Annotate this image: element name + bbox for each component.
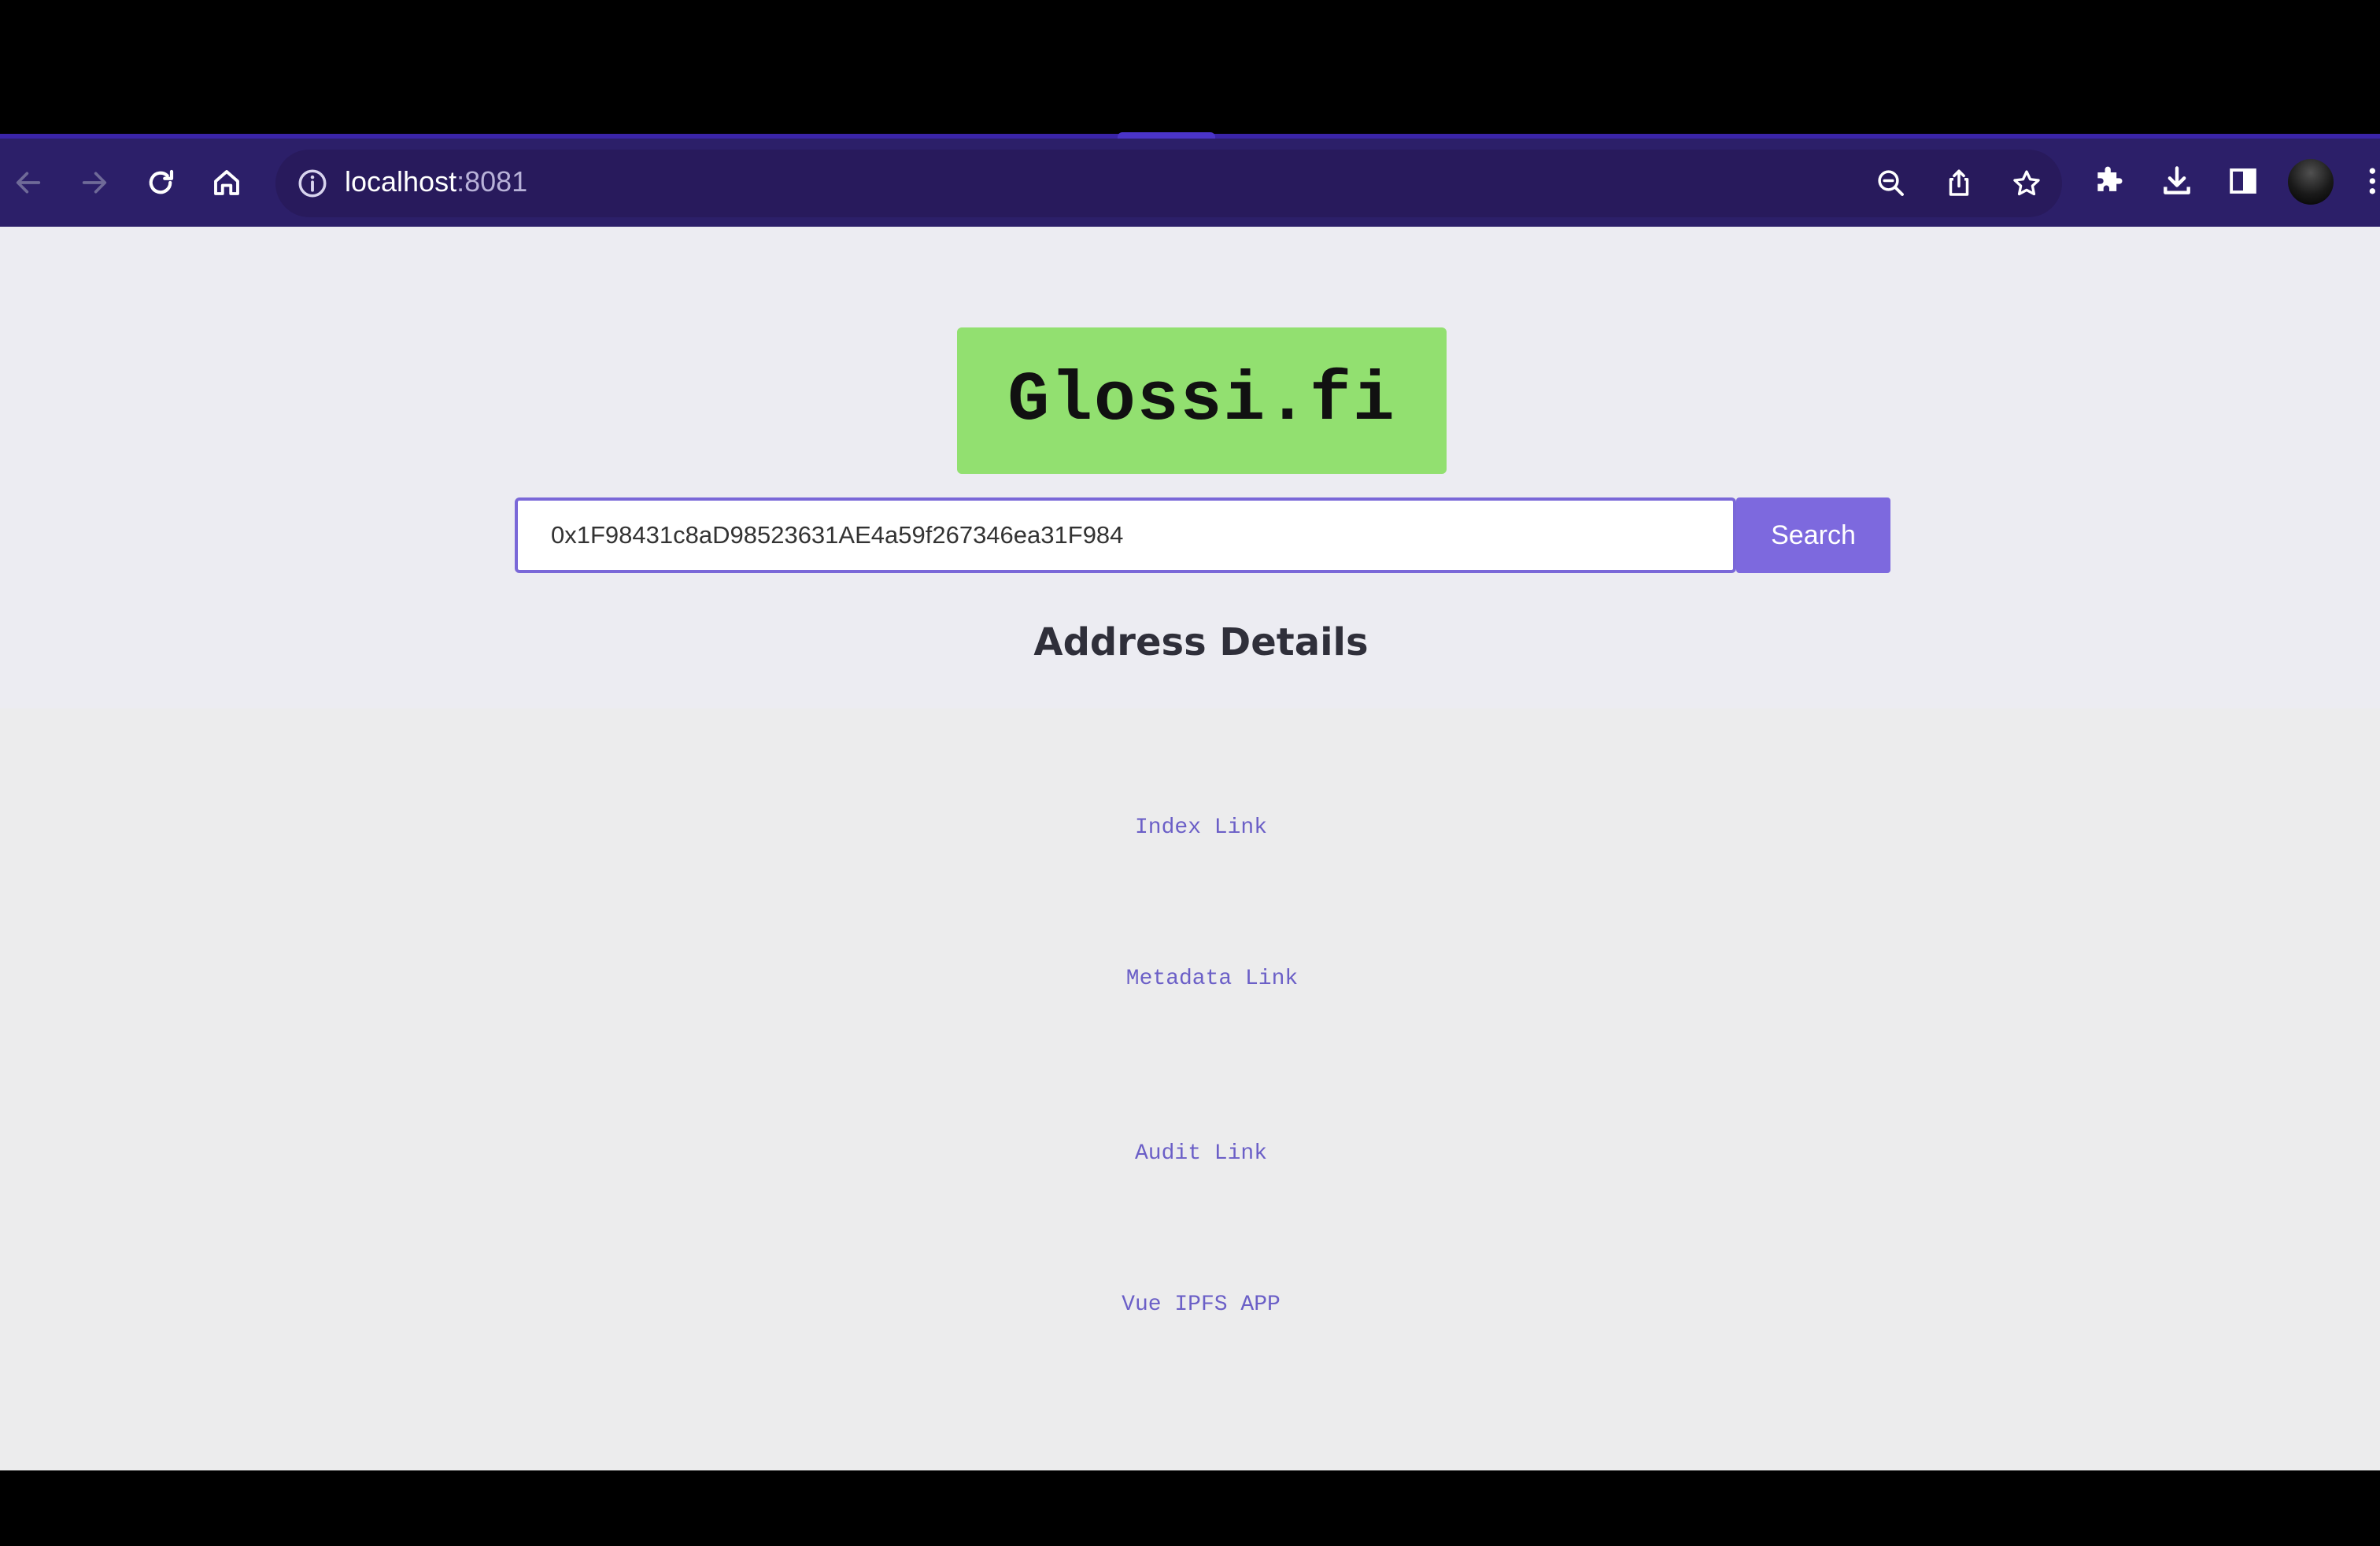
back-button[interactable] <box>2 156 55 209</box>
side-panel-icon <box>2230 168 2256 194</box>
vue-ipfs-app-link[interactable]: Vue IPFS APP <box>0 1293 2380 1317</box>
page-title: Address Details <box>1033 620 1369 664</box>
share-button[interactable] <box>1939 164 1979 203</box>
arrow-right-icon <box>82 172 107 194</box>
search-button[interactable]: Search <box>1736 497 1890 573</box>
url-port: :8081 <box>456 165 528 198</box>
tab-indicator <box>1118 132 1215 139</box>
zoom-out-icon <box>1878 170 1904 196</box>
bookmark-button[interactable] <box>2007 164 2046 203</box>
logo: Glossi.fi <box>957 327 1447 474</box>
index-link[interactable]: Index Link <box>0 816 2380 840</box>
audit-link[interactable]: Audit Link <box>0 1141 2380 1166</box>
bottom-black-bar <box>0 1470 2380 1546</box>
page-content: Glossi.fi Search Address Details Index L… <box>0 227 2380 1470</box>
info-icon[interactable] <box>296 167 329 200</box>
download-icon <box>2164 166 2190 194</box>
url-text[interactable]: localhost:8081 <box>345 165 527 198</box>
browser-toolbar: localhost:8081 <box>0 132 2380 227</box>
forward-button[interactable] <box>68 156 121 209</box>
side-panel-button[interactable] <box>2219 157 2267 205</box>
top-black-bar <box>0 0 2380 134</box>
url-host: localhost <box>345 165 457 198</box>
reload-button[interactable] <box>134 156 187 209</box>
home-icon <box>214 170 239 195</box>
metadata-link[interactable]: Metadata Link <box>11 967 2380 991</box>
puzzle-icon <box>2097 166 2123 191</box>
kebab-menu-icon <box>2369 168 2375 194</box>
arrow-left-icon <box>16 172 41 194</box>
zoom-button[interactable] <box>1872 164 1911 203</box>
share-icon <box>1949 169 1969 196</box>
home-button[interactable] <box>200 156 253 209</box>
logo-text: Glossi.fi <box>1007 361 1396 440</box>
address-bar[interactable]: localhost:8081 <box>275 150 2062 217</box>
downloads-button[interactable] <box>2153 157 2201 205</box>
avatar[interactable] <box>2288 159 2334 205</box>
reload-icon <box>149 169 174 194</box>
extensions-button[interactable] <box>2086 157 2133 205</box>
star-icon <box>2013 170 2040 196</box>
search-input[interactable] <box>515 497 1736 573</box>
menu-button[interactable] <box>2353 157 2380 205</box>
